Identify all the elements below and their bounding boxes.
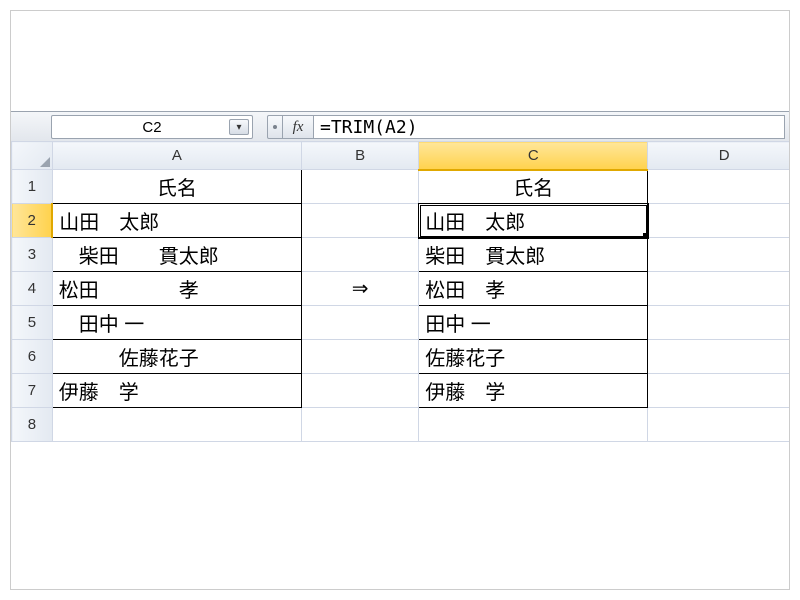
row-header-3[interactable]: 3 (12, 238, 53, 272)
cell-C3[interactable]: 柴田 貫太郎 (419, 240, 647, 269)
name-box-dropdown[interactable]: ▾ (229, 119, 249, 135)
cell-C6[interactable]: 佐藤花子 (419, 342, 647, 371)
formula-split-handle[interactable] (267, 115, 283, 139)
row-header-6[interactable]: 6 (12, 340, 53, 374)
cell-C2[interactable]: 山田 太郎 (419, 206, 647, 235)
formula-bar: C2 ▾ fx =TRIM(A2) (11, 111, 789, 143)
worksheet-grid[interactable]: A B C D 1 氏名 氏名 2 (11, 141, 789, 589)
row-header-7[interactable]: 7 (12, 374, 53, 408)
cell-A6[interactable]: 佐藤花子 (53, 342, 301, 371)
col-header-B[interactable]: B (302, 142, 419, 170)
select-all-corner[interactable] (12, 142, 53, 170)
row-header-1[interactable]: 1 (12, 170, 53, 204)
row-header-5[interactable]: 5 (12, 306, 53, 340)
formula-text: =TRIM(A2) (320, 117, 418, 138)
col-header-A[interactable]: A (52, 142, 301, 170)
formula-input[interactable]: =TRIM(A2) (314, 115, 785, 139)
cell-B4[interactable]: ⇒ (302, 276, 418, 301)
cell-A5[interactable]: 田中 一 (53, 308, 301, 337)
app-inner: C2 ▾ fx =TRIM(A2) (10, 10, 790, 590)
name-box[interactable]: C2 ▾ (51, 115, 253, 139)
cell-C7[interactable]: 伊藤 学 (419, 376, 647, 405)
cell-C4[interactable]: 松田 孝 (419, 274, 647, 303)
name-box-value: C2 (142, 119, 161, 136)
row-header-4[interactable]: 4 (12, 272, 53, 306)
row-header-2[interactable]: 2 (12, 204, 53, 238)
col-header-D[interactable]: D (648, 142, 789, 170)
app-window: C2 ▾ fx =TRIM(A2) (0, 0, 800, 600)
cell-A7[interactable]: 伊藤 学 (53, 376, 301, 405)
cell-A3[interactable]: 柴田 貫太郎 (53, 240, 301, 269)
cell-C1[interactable]: 氏名 (419, 172, 647, 201)
formula-zone: fx =TRIM(A2) (267, 115, 785, 139)
cell-A2[interactable]: 山田 太郎 (53, 206, 301, 235)
cell-A1[interactable]: 氏名 (53, 172, 301, 201)
row-header-8[interactable]: 8 (12, 408, 53, 442)
insert-function-button[interactable]: fx (283, 115, 314, 139)
grid-table: A B C D 1 氏名 氏名 2 (11, 141, 789, 442)
cell-C5[interactable]: 田中 一 (419, 308, 647, 337)
col-header-C[interactable]: C (419, 142, 648, 170)
cell-A4[interactable]: 松田 孝 (53, 274, 301, 303)
